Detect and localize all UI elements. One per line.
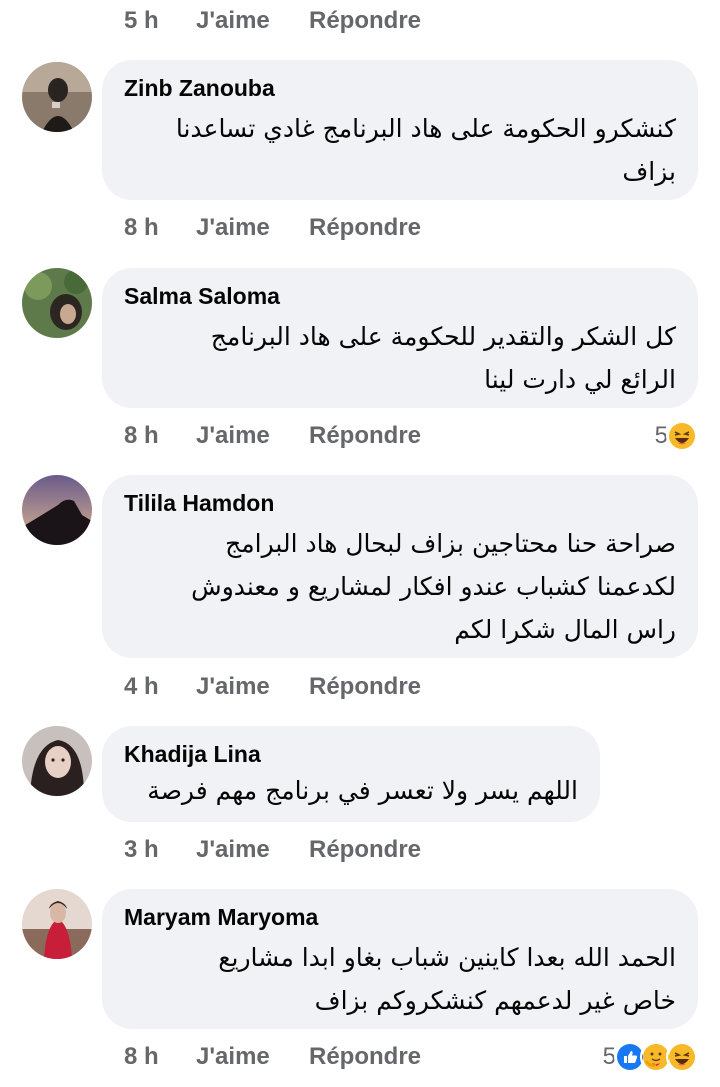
comment-bubble: Zinb Zanouba كنشكرو الحكومة على هاد البر… bbox=[102, 60, 698, 200]
comment-timestamp[interactable]: 8 h bbox=[124, 1043, 196, 1071]
comment-author[interactable]: Zinb Zanouba bbox=[124, 73, 676, 103]
comment-actions-row: 5 h J'aime Répondre bbox=[124, 4, 421, 38]
avatar[interactable] bbox=[22, 62, 92, 132]
comment-author[interactable]: Maryam Maryoma bbox=[124, 902, 676, 932]
like-button[interactable]: J'aime bbox=[196, 1043, 309, 1071]
reply-button[interactable]: Répondre bbox=[309, 422, 421, 450]
comment-text: الحمد الله بعدا كاينين شباب بغاو ابدا مش… bbox=[124, 936, 676, 1022]
comment-author[interactable]: Khadija Lina bbox=[124, 739, 578, 769]
haha-icon bbox=[666, 420, 698, 452]
comment-author[interactable]: Salma Saloma bbox=[124, 281, 676, 311]
comment-actions-row: 8 h J'aime Répondre bbox=[124, 419, 421, 453]
comment-bubble: Salma Saloma كل الشكر والتقدير للحكومة ع… bbox=[102, 268, 698, 408]
reply-button[interactable]: Répondre bbox=[309, 214, 421, 242]
comment-timestamp[interactable]: 3 h bbox=[124, 836, 196, 864]
like-button[interactable]: J'aime bbox=[196, 214, 309, 242]
avatar[interactable] bbox=[22, 475, 92, 545]
reactions-summary[interactable]: 5 bbox=[603, 1040, 698, 1074]
reply-button[interactable]: Répondre bbox=[309, 673, 421, 701]
comment-text-line: صراحة حنا محتاجين بزاف لبحال هاد البرامج bbox=[225, 529, 676, 558]
comment-bubble: Tilila Hamdon صراحة حنا محتاجين بزاف لبح… bbox=[102, 475, 698, 658]
comment-text: اللهم يسر ولا تعسر في برنامج مهم فرصة bbox=[124, 769, 578, 812]
comment-timestamp[interactable]: 8 h bbox=[124, 214, 196, 242]
comment-text-line: الرائع لي دارت لينا bbox=[484, 365, 676, 394]
reply-button[interactable]: Répondre bbox=[309, 7, 421, 35]
reactions-summary[interactable]: 5 bbox=[655, 419, 698, 453]
comment-timestamp[interactable]: 8 h bbox=[124, 422, 196, 450]
like-button[interactable]: J'aime bbox=[196, 422, 309, 450]
comment-text-line: لكدعمنا كشباب عندو افكار لمشاريع و معندو… bbox=[191, 572, 676, 601]
comment-text-line: كل الشكر والتقدير للحكومة على هاد البرنا… bbox=[210, 322, 676, 351]
comment-actions-row: 8 h J'aime Répondre bbox=[124, 211, 421, 245]
comment-text-line: كنشكرو الحكومة على هاد البرنامج غادي تسا… bbox=[175, 114, 676, 143]
comment-bubble: Maryam Maryoma الحمد الله بعدا كاينين شب… bbox=[102, 889, 698, 1029]
comment-text-line: خاص غير لدعمهم كنشكروكم بزاف bbox=[314, 986, 676, 1015]
comment-timestamp[interactable]: 5 h bbox=[124, 7, 196, 35]
comment-text-line: الحمد الله بعدا كاينين شباب بغاو ابدا مش… bbox=[218, 943, 676, 972]
comment-actions-row: 3 h J'aime Répondre bbox=[124, 833, 421, 867]
comment-text: صراحة حنا محتاجين بزاف لبحال هاد البرامج… bbox=[124, 522, 676, 651]
reply-button[interactable]: Répondre bbox=[309, 1043, 421, 1071]
like-button[interactable]: J'aime bbox=[196, 7, 309, 35]
comment-actions-row: 8 h J'aime Répondre bbox=[124, 1040, 421, 1074]
haha-icon bbox=[666, 1041, 698, 1073]
comment-author[interactable]: Tilila Hamdon bbox=[124, 488, 676, 518]
comment-actions-row: 4 h J'aime Répondre bbox=[124, 670, 421, 704]
comment-text-line: اللهم يسر ولا تعسر في برنامج مهم فرصة bbox=[147, 776, 578, 805]
comment-timestamp[interactable]: 4 h bbox=[124, 673, 196, 701]
like-button[interactable]: J'aime bbox=[196, 673, 309, 701]
comment-bubble: Khadija Lina اللهم يسر ولا تعسر في برنام… bbox=[102, 726, 600, 822]
avatar[interactable] bbox=[22, 889, 92, 959]
comment-text-line: بزاف bbox=[622, 157, 676, 186]
reply-button[interactable]: Répondre bbox=[309, 836, 421, 864]
comment-text-line: راس المال شكرا لكم bbox=[454, 615, 676, 644]
comment-text: كل الشكر والتقدير للحكومة على هاد البرنا… bbox=[124, 315, 676, 401]
comment-text: كنشكرو الحكومة على هاد البرنامج غادي تسا… bbox=[124, 107, 676, 193]
avatar[interactable] bbox=[22, 726, 92, 796]
avatar[interactable] bbox=[22, 268, 92, 338]
like-button[interactable]: J'aime bbox=[196, 836, 309, 864]
